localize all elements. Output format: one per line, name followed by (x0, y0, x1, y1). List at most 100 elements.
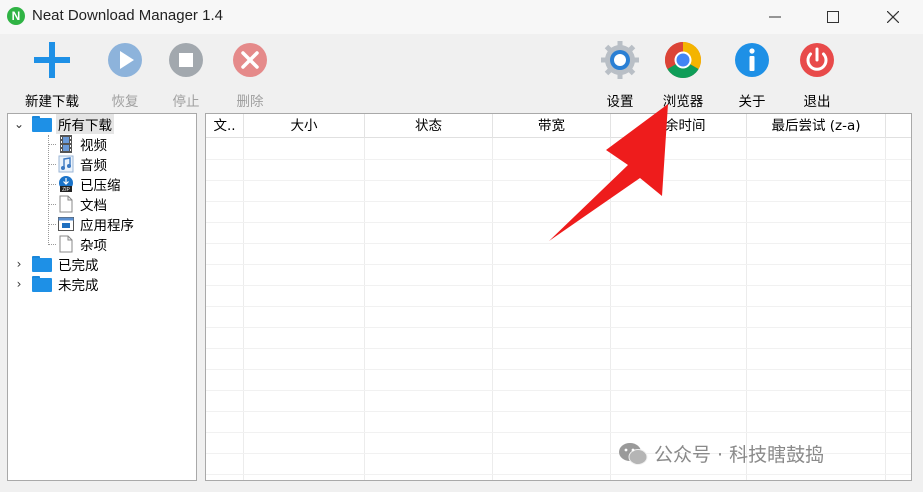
grid-row-line (206, 432, 911, 433)
column-header-status[interactable]: 状态 (365, 114, 493, 138)
title-bar: N Neat Download Manager 1.4 (0, 0, 923, 34)
chrome-icon (664, 41, 702, 79)
tree-item-video[interactable]: 视频 (58, 134, 109, 154)
tree-item-compressed[interactable]: ZIP 已压缩 (58, 174, 123, 194)
settings-button[interactable]: 设置 (587, 38, 653, 110)
watermark-text: 公众号 · 科技瞎鼓捣 (654, 444, 825, 466)
info-icon (735, 43, 769, 77)
tree-connector (48, 184, 56, 185)
maximize-button[interactable] (810, 0, 856, 34)
maximize-icon (827, 11, 839, 23)
grid-row-line (206, 243, 911, 244)
tree-item-label: 杂项 (80, 238, 107, 254)
new-download-button[interactable]: 新建下载 (19, 38, 85, 110)
delete-x-icon (233, 43, 267, 77)
grid-row-line (206, 159, 911, 160)
column-header-bandwidth[interactable]: 带宽 (493, 114, 611, 138)
window-title: Neat Download Manager 1.4 (32, 7, 223, 24)
plus-icon (34, 42, 70, 78)
new-download-label: 新建下载 (25, 94, 79, 110)
column-header-file[interactable]: 文.. (206, 114, 244, 138)
tree-connector (48, 224, 56, 225)
tree-item-label: 未完成 (58, 278, 99, 294)
play-icon (108, 43, 142, 77)
stop-label: 停止 (172, 94, 200, 110)
grid-line (243, 138, 244, 480)
toolbar: 新建下载 恢复 停止 删除 设置 浏览器 关于 退出 (0, 34, 923, 110)
resume-label: 恢复 (111, 94, 139, 110)
delete-label: 删除 (236, 94, 264, 110)
file-icon (59, 235, 73, 253)
music-note-icon (58, 155, 74, 173)
grid-row-line (206, 390, 911, 391)
film-icon (60, 135, 72, 153)
list-header: 文.. 大小 状态 带宽 剩余时间 最后尝试 (z-a) (206, 114, 911, 138)
tree-item-label: 音频 (80, 158, 107, 174)
application-window-icon (58, 217, 74, 231)
grid-row-line (206, 411, 911, 412)
grid-row-line (206, 306, 911, 307)
minimize-button[interactable] (752, 0, 798, 34)
tree-item-unfinished[interactable]: 未完成 (32, 274, 101, 294)
zip-icon: ZIP (59, 176, 73, 193)
document-icon (59, 195, 73, 213)
delete-button[interactable]: 删除 (217, 38, 283, 110)
column-header-last-try[interactable]: 最后尝试 (z-a) (747, 114, 886, 138)
tree-item-completed[interactable]: 已完成 (32, 254, 101, 274)
tree-item-label: 应用程序 (80, 218, 134, 234)
grid-row-line (206, 201, 911, 202)
grid-row-line (206, 264, 911, 265)
settings-label: 设置 (606, 94, 634, 110)
grid-row-line (206, 285, 911, 286)
tree-item-applications[interactable]: 应用程序 (58, 214, 136, 234)
minimize-icon (769, 16, 781, 18)
folder-icon (32, 276, 52, 292)
app-logo-icon: N (7, 7, 25, 25)
gear-icon (601, 41, 639, 79)
wechat-icon (619, 442, 648, 465)
grid-line (492, 138, 493, 480)
tree-item-audio[interactable]: 音频 (58, 154, 109, 174)
category-tree: ⌄ 所有下载 视频 音频 ZIP 已压缩 文档 应用程序 杂项 › 已完成 › … (7, 113, 197, 481)
folder-icon (32, 116, 52, 132)
tree-connector (48, 144, 56, 145)
about-button[interactable]: 关于 (719, 38, 785, 110)
grid-row-line (206, 327, 911, 328)
exit-label: 退出 (803, 94, 831, 110)
grid-row-line (206, 180, 911, 181)
folder-icon (32, 256, 52, 272)
tree-item-label: 已完成 (58, 258, 99, 274)
tree-item-label: 视频 (80, 138, 107, 154)
tree-connector (48, 204, 56, 205)
power-icon (800, 43, 834, 77)
browser-button[interactable]: 浏览器 (650, 38, 716, 110)
grid-line (364, 138, 365, 480)
grid-line (746, 138, 747, 480)
svg-text:ZIP: ZIP (62, 187, 70, 193)
grid-row-line (206, 369, 911, 370)
stop-button[interactable]: 停止 (153, 38, 219, 110)
grid-row-line (206, 348, 911, 349)
column-header-size[interactable]: 大小 (244, 114, 365, 138)
collapse-arrow-icon[interactable]: ⌄ (14, 114, 24, 134)
stop-icon (169, 43, 203, 77)
close-icon (887, 11, 899, 23)
tree-item-all-downloads[interactable]: 所有下载 (32, 114, 114, 134)
column-header-time-left[interactable]: 剩余时间 (611, 114, 747, 138)
about-label: 关于 (738, 94, 766, 110)
download-list: 文.. 大小 状态 带宽 剩余时间 最后尝试 (z-a) (205, 113, 912, 481)
grid-line (610, 138, 611, 480)
tree-item-documents[interactable]: 文档 (58, 194, 109, 214)
grid-row-line (206, 222, 911, 223)
resume-button[interactable]: 恢复 (92, 38, 158, 110)
browser-label: 浏览器 (662, 94, 704, 110)
tree-connector (48, 244, 56, 245)
expand-arrow-icon[interactable]: › (14, 274, 24, 294)
close-window-button[interactable] (870, 0, 916, 34)
exit-button[interactable]: 退出 (784, 38, 850, 110)
tree-connector (48, 135, 49, 245)
tree-item-label: 文档 (80, 198, 107, 214)
tree-item-misc[interactable]: 杂项 (58, 234, 109, 254)
expand-arrow-icon[interactable]: › (14, 254, 24, 274)
tree-item-label: 已压缩 (80, 178, 121, 194)
